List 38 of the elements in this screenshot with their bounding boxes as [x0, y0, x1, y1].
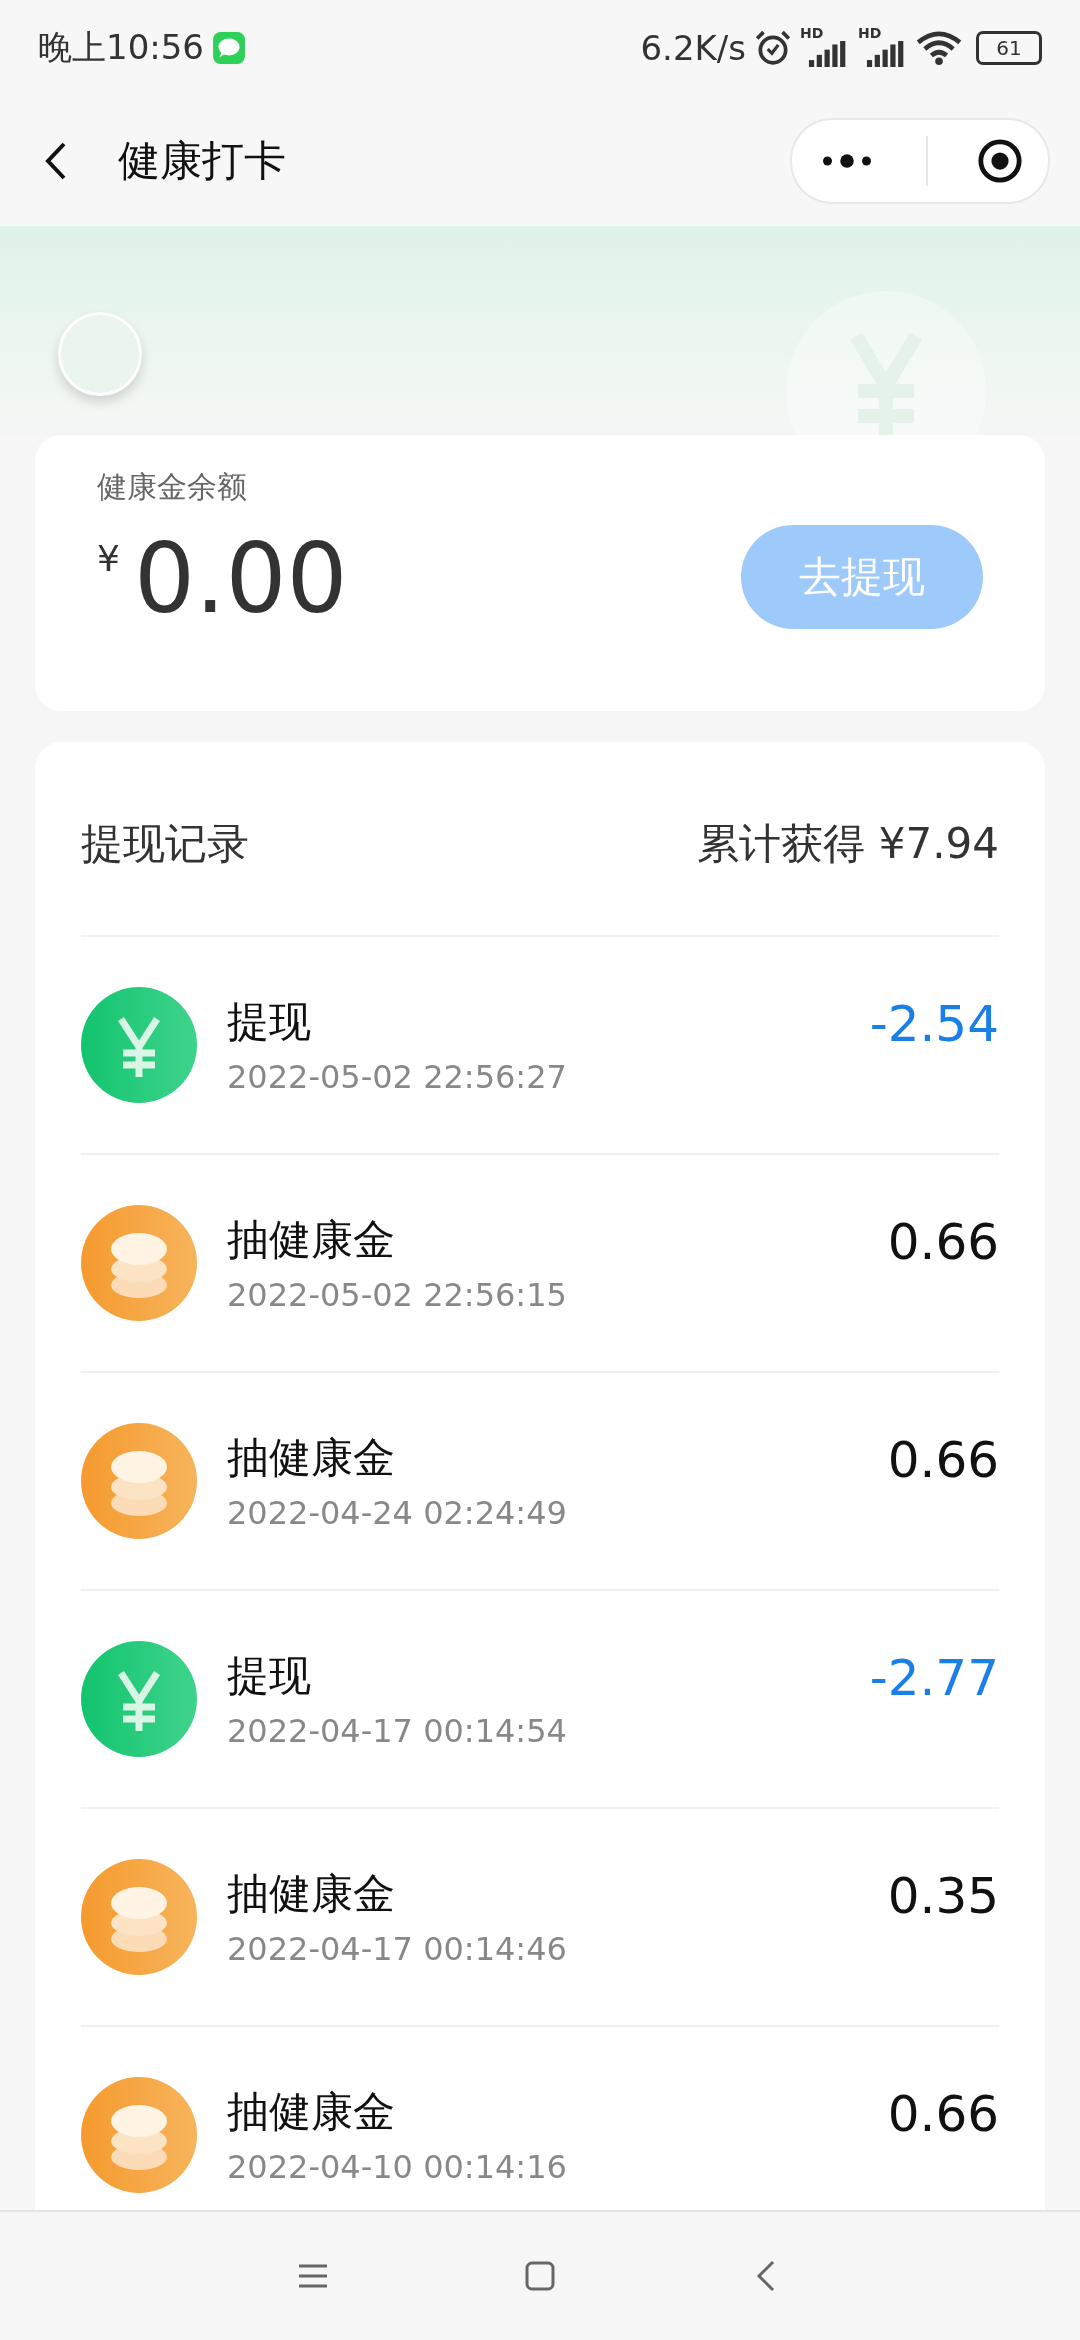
record-time: 2022-04-17 00:14:46 — [227, 1930, 568, 1968]
coin-stack-icon — [81, 1205, 197, 1321]
record-title: 抽健康金 — [227, 2086, 396, 2138]
status-time: 晚上10:56 — [38, 26, 204, 69]
coin-stack-icon — [81, 2077, 197, 2193]
wifi-icon — [916, 31, 962, 65]
record-amount: 0.35 — [887, 1867, 999, 1925]
yen-icon — [81, 1641, 197, 1757]
record-amount: 0.66 — [887, 1213, 999, 1271]
coin-stack-icon — [81, 1859, 197, 1975]
total-earned: 累计获得 ¥7.94 — [697, 817, 999, 870]
record-amount: 0.66 — [887, 2085, 999, 2143]
balance-label: 健康金余额 — [97, 468, 248, 506]
page-title: 健康打卡 — [118, 135, 287, 187]
currency-sign: ¥ — [97, 538, 120, 579]
record-time: 2022-04-24 02:24:49 — [227, 1494, 568, 1532]
record-title: 抽健康金 — [227, 1214, 396, 1266]
record-time: 2022-05-02 22:56:27 — [227, 1058, 568, 1096]
back-icon[interactable] — [44, 141, 68, 181]
message-icon — [212, 31, 246, 65]
network-speed: 6.2K/s — [640, 28, 746, 68]
record-title: 提现 — [227, 1650, 312, 1702]
balance-amount: 0.00 — [133, 524, 348, 635]
alarm-icon — [754, 29, 792, 67]
record-amount: 0.66 — [887, 1431, 999, 1489]
record-amount: -2.54 — [869, 995, 999, 1053]
record-title: 抽健康金 — [227, 1432, 396, 1484]
record-title: 抽健康金 — [227, 1868, 396, 1920]
coin-stack-icon — [81, 1423, 197, 1539]
battery-icon: 61 — [976, 31, 1042, 65]
record-amount: -2.77 — [869, 1649, 999, 1707]
record-time: 2022-05-02 22:56:15 — [227, 1276, 568, 1314]
withdraw-button[interactable]: 去提现 — [741, 525, 983, 629]
record-time: 2022-04-10 00:14:16 — [227, 2148, 568, 2186]
record-time: 2022-04-17 00:14:54 — [227, 1712, 568, 1750]
records-title: 提现记录 — [81, 817, 249, 870]
yen-icon — [81, 987, 197, 1103]
record-title: 提现 — [227, 996, 312, 1048]
